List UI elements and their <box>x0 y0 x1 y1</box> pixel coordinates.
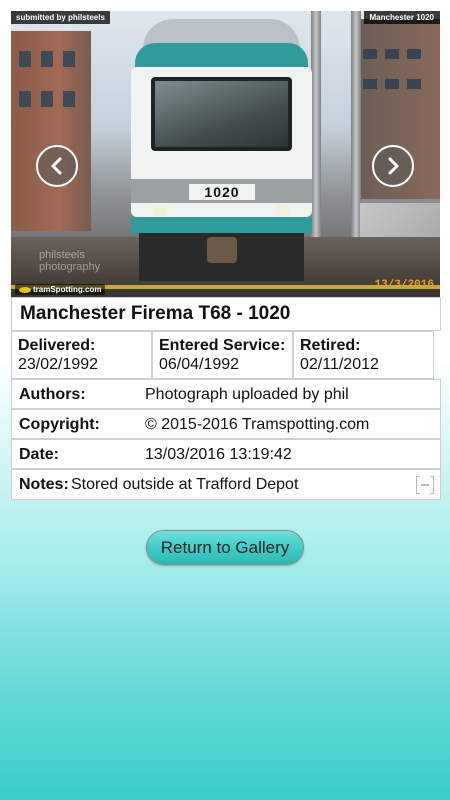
tram-photo: 1020 submitted by philsteels Manchester … <box>11 11 440 297</box>
delivered-cell: Delivered: 23/02/1992 <box>11 331 152 379</box>
retired-cell: Retired: 02/11/2012 <box>293 331 434 379</box>
dates-row: Delivered: 23/02/1992 Entered Service: 0… <box>11 331 441 379</box>
authors-value: Photograph uploaded by phil <box>145 386 349 403</box>
chevron-right-icon <box>388 157 399 175</box>
copyright-row: Copyright: © 2015-2016 Tramspotting.com <box>11 409 441 439</box>
retired-label: Retired: <box>300 337 361 354</box>
fleet-number-plate: 1020 <box>189 184 255 200</box>
location-label: Manchester 1020 <box>363 11 440 24</box>
tramspotting-watermark: tramSpotting.com <box>15 284 106 295</box>
delivered-value: 23/02/1992 <box>18 356 99 373</box>
submitted-by-label: submitted by philsteels <box>11 11 110 24</box>
photo-credit-watermark: philsteels photography <box>39 249 101 273</box>
tram-logo-icon <box>19 286 31 293</box>
chevron-left-icon <box>51 157 62 175</box>
entered-service-cell: Entered Service: 06/04/1992 <box>152 331 293 379</box>
page-title: Manchester Firema T68 - 1020 <box>20 303 291 324</box>
collapse-icon[interactable] <box>416 476 434 494</box>
copyright-label: Copyright: <box>19 416 100 433</box>
authors-label: Authors: <box>19 386 86 403</box>
next-photo-button[interactable] <box>372 145 414 187</box>
entered-service-value: 06/04/1992 <box>159 356 240 373</box>
retired-value: 02/11/2012 <box>300 356 379 373</box>
photo-date-stamp: 13/3/2016 <box>374 279 434 291</box>
notes-label: Notes: <box>19 476 69 493</box>
notes-row: Notes: Stored outside at Trafford Depot <box>11 469 441 500</box>
copyright-value: © 2015-2016 Tramspotting.com <box>145 416 370 433</box>
delivered-label: Delivered: <box>18 337 96 354</box>
date-row: Date: 13/03/2016 13:19:42 <box>11 439 441 469</box>
photo-building-left <box>11 31 91 231</box>
date-label: Date: <box>19 446 60 463</box>
tram-illustration: 1020 <box>129 19 314 281</box>
return-to-gallery-button[interactable]: Return to Gallery <box>146 530 304 565</box>
notes-value: Stored outside at Trafford Depot <box>71 476 299 493</box>
authors-row: Authors: Photograph uploaded by phil <box>11 379 441 409</box>
entered-service-label: Entered Service: <box>159 337 286 354</box>
title-box: Manchester Firema T68 - 1020 <box>11 297 441 331</box>
previous-photo-button[interactable] <box>36 145 78 187</box>
date-value: 13/03/2016 13:19:42 <box>145 446 292 463</box>
